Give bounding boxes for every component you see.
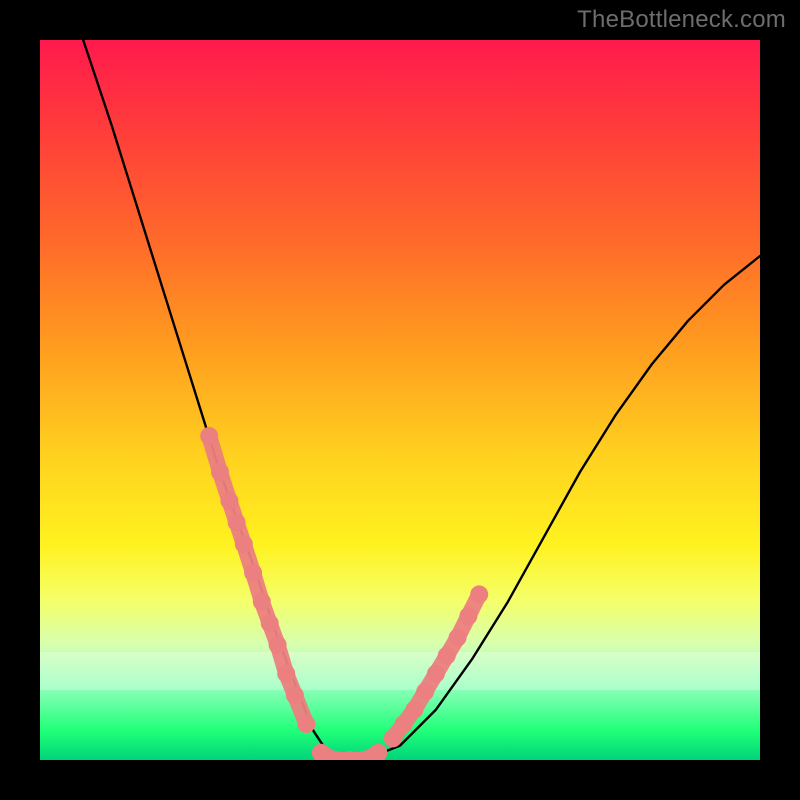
chart-frame: TheBottleneck.com: [0, 0, 800, 800]
marker-dot: [244, 564, 262, 582]
marker-dot: [286, 686, 304, 704]
marker-dot: [427, 665, 445, 683]
watermark-text: TheBottleneck.com: [577, 6, 786, 34]
marker-dot: [416, 683, 434, 701]
marker-dot: [459, 607, 477, 625]
marker-dot: [369, 744, 387, 760]
marker-dot: [235, 535, 253, 553]
marker-dot: [449, 629, 467, 647]
marker-dot: [211, 463, 229, 481]
marker-dot: [228, 513, 246, 531]
marker-dot: [395, 715, 413, 733]
plot-area: [40, 40, 760, 760]
marker-dot: [269, 636, 287, 654]
bottleneck-curve: [83, 40, 760, 760]
marker-dot: [220, 492, 238, 510]
marker-dot: [297, 715, 315, 733]
chart-svg: [40, 40, 760, 760]
marker-dot: [470, 585, 488, 603]
marker-dot: [200, 427, 218, 445]
marker-dot: [261, 614, 279, 632]
marker-dot: [384, 729, 402, 747]
marker-dot: [277, 665, 295, 683]
marker-dot: [253, 593, 271, 611]
marker-dot: [405, 701, 423, 719]
marker-dot: [438, 647, 456, 665]
marker-layer: [200, 427, 488, 760]
